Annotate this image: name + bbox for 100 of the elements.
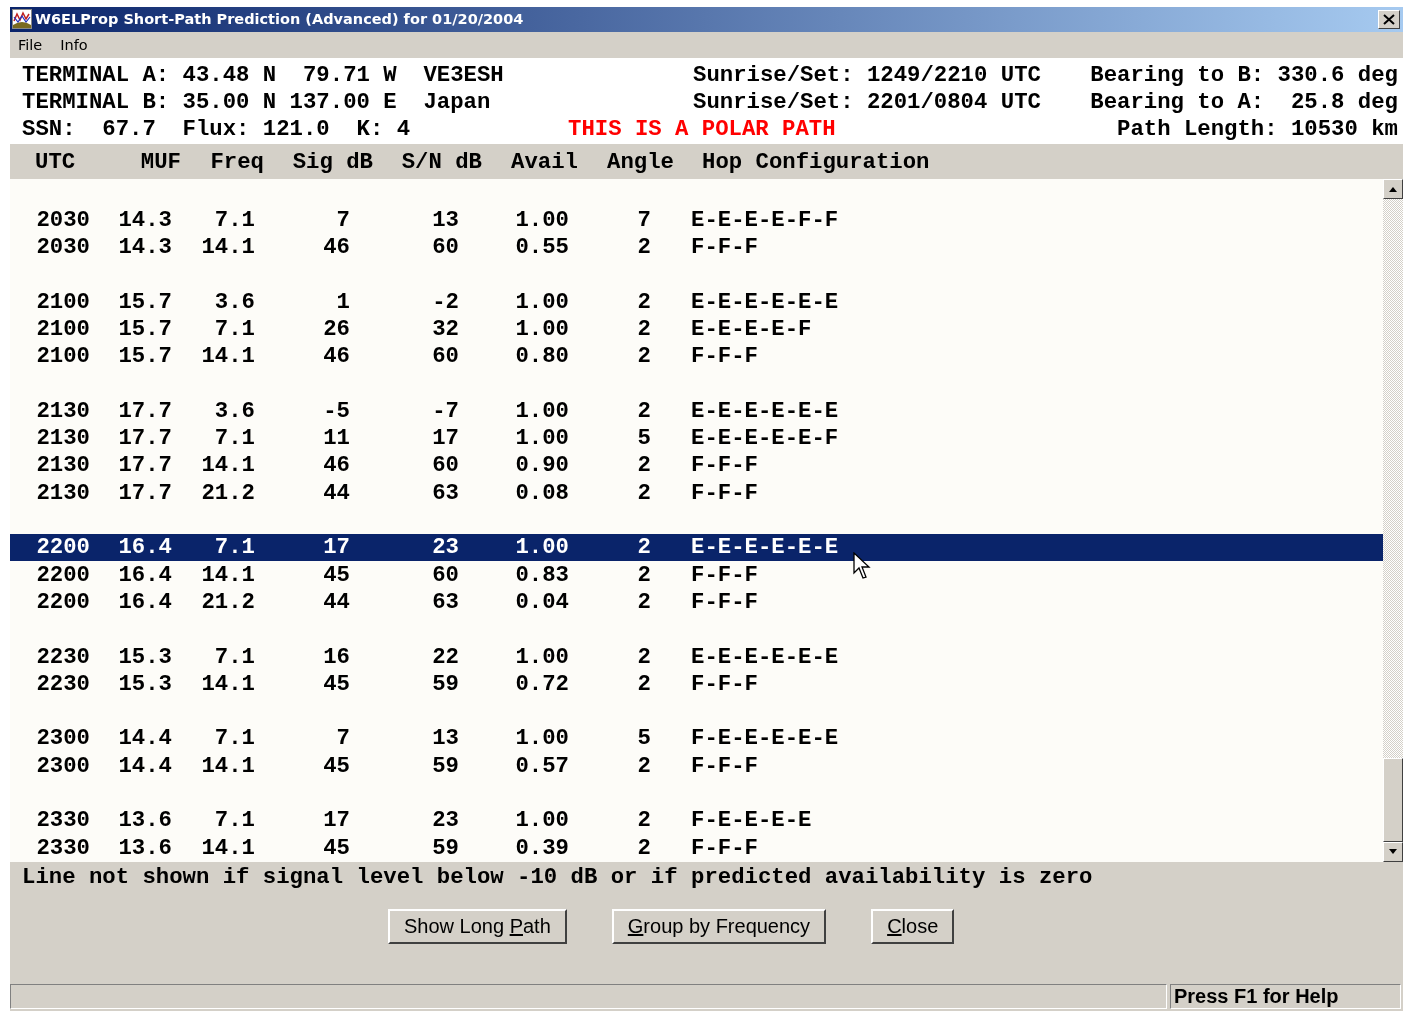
table-row[interactable]: 2100 15.7 7.1 26 32 1.00 2 E-E-E-E-F: [10, 315, 1383, 343]
table-cell-text: 26: [322, 315, 350, 342]
table-cell-text: 17.7: [117, 479, 172, 506]
table-row[interactable]: 2130 17.7 3.6 -5 -7 1.00 2 E-E-E-E-E-E: [10, 397, 1383, 425]
table-cell-text: 1: [335, 288, 350, 315]
table-cell-text: 0.72: [514, 670, 569, 697]
table-cell-text: 46: [322, 234, 350, 261]
table-row[interactable]: 2130 17.7 7.1 11 17 1.00 5 E-E-E-E-E-F: [10, 424, 1383, 452]
info-text: TERMINAL B: 35.00 N 137.00 E Japan: [22, 89, 492, 116]
table-cell-text: 2130: [35, 479, 90, 506]
column-header: MUF: [139, 148, 181, 175]
table-cell-text: 17: [431, 425, 459, 452]
table-cell: F-F-F: [691, 452, 758, 479]
table-cell: F-F-F: [691, 834, 758, 861]
table-cell-text: 7.1: [213, 725, 255, 752]
column-header: Hop Configuration: [701, 148, 931, 175]
menu-item[interactable]: Info: [58, 36, 90, 53]
table-cell-text: 2: [636, 343, 651, 370]
table-row[interactable]: 2200 16.4 14.1 45 60 0.83 2 F-F-F: [10, 560, 1383, 589]
table-cell-text: 13.6: [117, 807, 172, 834]
table-cell-text: 2: [636, 534, 651, 561]
table-cell: F-F-F: [691, 561, 758, 588]
table-cell-text: 14.3: [117, 234, 172, 261]
table-row[interactable]: 2300 14.4 7.1 7 13 1.00 5 F-E-E-E-E-E: [10, 724, 1383, 753]
table-cell-text: 59: [431, 752, 459, 779]
table-cell-text: 2330: [35, 807, 90, 834]
table-row[interactable]: 2230 15.3 14.1 45 59 0.72 2 F-F-F: [10, 670, 1383, 698]
table-cell-text: 13.6: [117, 834, 172, 861]
info-text: Sunrise/Set: 2201/0804 UTC: [692, 89, 1042, 116]
table-cell: F-F-F: [691, 752, 758, 779]
table-cell-text: 7.1: [213, 315, 255, 342]
table-cell-text: 45: [322, 752, 350, 779]
table-cell-text: 7: [335, 206, 350, 233]
table-cell-text: 3.6: [213, 288, 255, 315]
table-row[interactable]: 2130 17.7 21.2 44 63 0.08 2 F-F-F: [10, 479, 1383, 507]
table-cell-text: 14.1: [200, 452, 255, 479]
table-cell-text: 0.90: [514, 452, 569, 479]
table-cell-text: 17.7: [117, 425, 172, 452]
table-cell-text: 2230: [35, 670, 90, 697]
dialog-button[interactable]: Group by Frequency: [611, 909, 827, 945]
table-cell-text: 59: [431, 834, 459, 861]
table-cell-text: 2: [636, 479, 651, 506]
table-cell-text: 2030: [35, 234, 90, 261]
column-header: UTC: [34, 148, 77, 175]
table-cell-text: 13: [431, 206, 459, 233]
table-row[interactable]: 2030 14.3 7.1 7 13 1.00 7 E-E-E-E-F-F: [10, 206, 1383, 234]
table-cell: E-E-E-E-F-F: [691, 206, 839, 233]
table-cell-text: 2130: [35, 425, 90, 452]
dialog-button[interactable]: Show Long Path: [388, 909, 567, 945]
table-row[interactable]: 2100 15.7 14.1 46 60 0.80 2 F-F-F: [10, 342, 1383, 370]
table-cell-text: -5: [322, 397, 350, 424]
table-row[interactable]: 2100 15.7 3.6 1 -2 1.00 2 E-E-E-E-E-E: [10, 288, 1383, 316]
table-row[interactable]: 2200 16.4 21.2 44 63 0.04 2 F-F-F: [10, 588, 1383, 616]
table-cell-text: 15.3: [117, 643, 172, 670]
table-cell-text: 14.4: [117, 725, 172, 752]
table-cell: E-E-E-E-F: [691, 315, 812, 342]
table-cell-text: 63: [431, 479, 459, 506]
table-row[interactable]: 2230 15.3 7.1 16 22 1.00 2 E-E-E-E-E-E: [10, 642, 1383, 671]
table-cell-text: 17: [322, 807, 350, 834]
close-icon[interactable]: [1378, 10, 1400, 29]
table-cell-text: 15.7: [117, 343, 172, 370]
table-cell: F-F-F: [691, 670, 758, 697]
table-cell-text: 44: [322, 479, 350, 506]
table-row[interactable]: 2330 13.6 7.1 17 23 1.00 2 F-E-E-E-E: [10, 806, 1383, 834]
info-text: Sunrise/Set: 1249/2210 UTC: [692, 61, 1042, 88]
scrollbar[interactable]: [1383, 179, 1403, 863]
table-cell-text: 0.57: [514, 752, 569, 779]
window-title: W6ELProp Short-Path Prediction (Advanced) for 01/20/2004: [35, 11, 525, 28]
table-cell: F-E-E-E-E: [691, 807, 812, 834]
table-cell: F-F-F: [691, 588, 758, 615]
table-row[interactable]: 2300 14.4 14.1 45 59 0.57 2 F-F-F: [10, 752, 1383, 780]
table-cell-text: 0.39: [514, 834, 569, 861]
table-cell-text: 22: [431, 643, 459, 670]
menu-item[interactable]: File: [16, 36, 45, 53]
table-cell-text: 14.1: [200, 752, 255, 779]
table-cell-text: 2: [636, 807, 651, 834]
table-cell: F-F-F: [691, 234, 758, 261]
table-cell-text: 23: [431, 807, 459, 834]
table-cell-text: 15.7: [117, 288, 172, 315]
table-cell-text: 17: [322, 534, 350, 561]
table-cell-text: 15.7: [117, 315, 172, 342]
table-cell-text: 7.1: [213, 206, 255, 233]
table-cell-text: 0.08: [514, 479, 569, 506]
scroll-down-icon[interactable]: [1383, 842, 1403, 863]
table-cell-text: 14.3: [117, 206, 172, 233]
table-row[interactable]: 2030 14.3 14.1 46 60 0.55 2 F-F-F: [10, 233, 1383, 261]
table-row[interactable]: 2130 17.7 14.1 46 60 0.90 2 F-F-F: [10, 451, 1383, 480]
scrollbar-thumb[interactable]: [1383, 758, 1403, 843]
dialog-button[interactable]: Close: [871, 909, 955, 945]
table-row[interactable]: 2330 13.6 14.1 45 59 0.39 2 F-F-F: [10, 833, 1383, 862]
table-cell-text: 45: [322, 670, 350, 697]
table-cell-text: 2: [636, 752, 651, 779]
table-cell-text: 2: [636, 234, 651, 261]
table-row[interactable]: 2200 16.4 7.1 17 23 1.00 2 E-E-E-E-E-E: [10, 533, 1383, 561]
table-cell: E-E-E-E-E-E: [691, 534, 839, 561]
table-cell: E-E-E-E-E-E: [691, 397, 839, 424]
scroll-up-icon[interactable]: [1383, 179, 1403, 200]
table-cell-text: 2: [636, 288, 651, 315]
table-cell-text: 7.1: [213, 425, 255, 452]
table-cell-text: 14.1: [200, 561, 255, 588]
